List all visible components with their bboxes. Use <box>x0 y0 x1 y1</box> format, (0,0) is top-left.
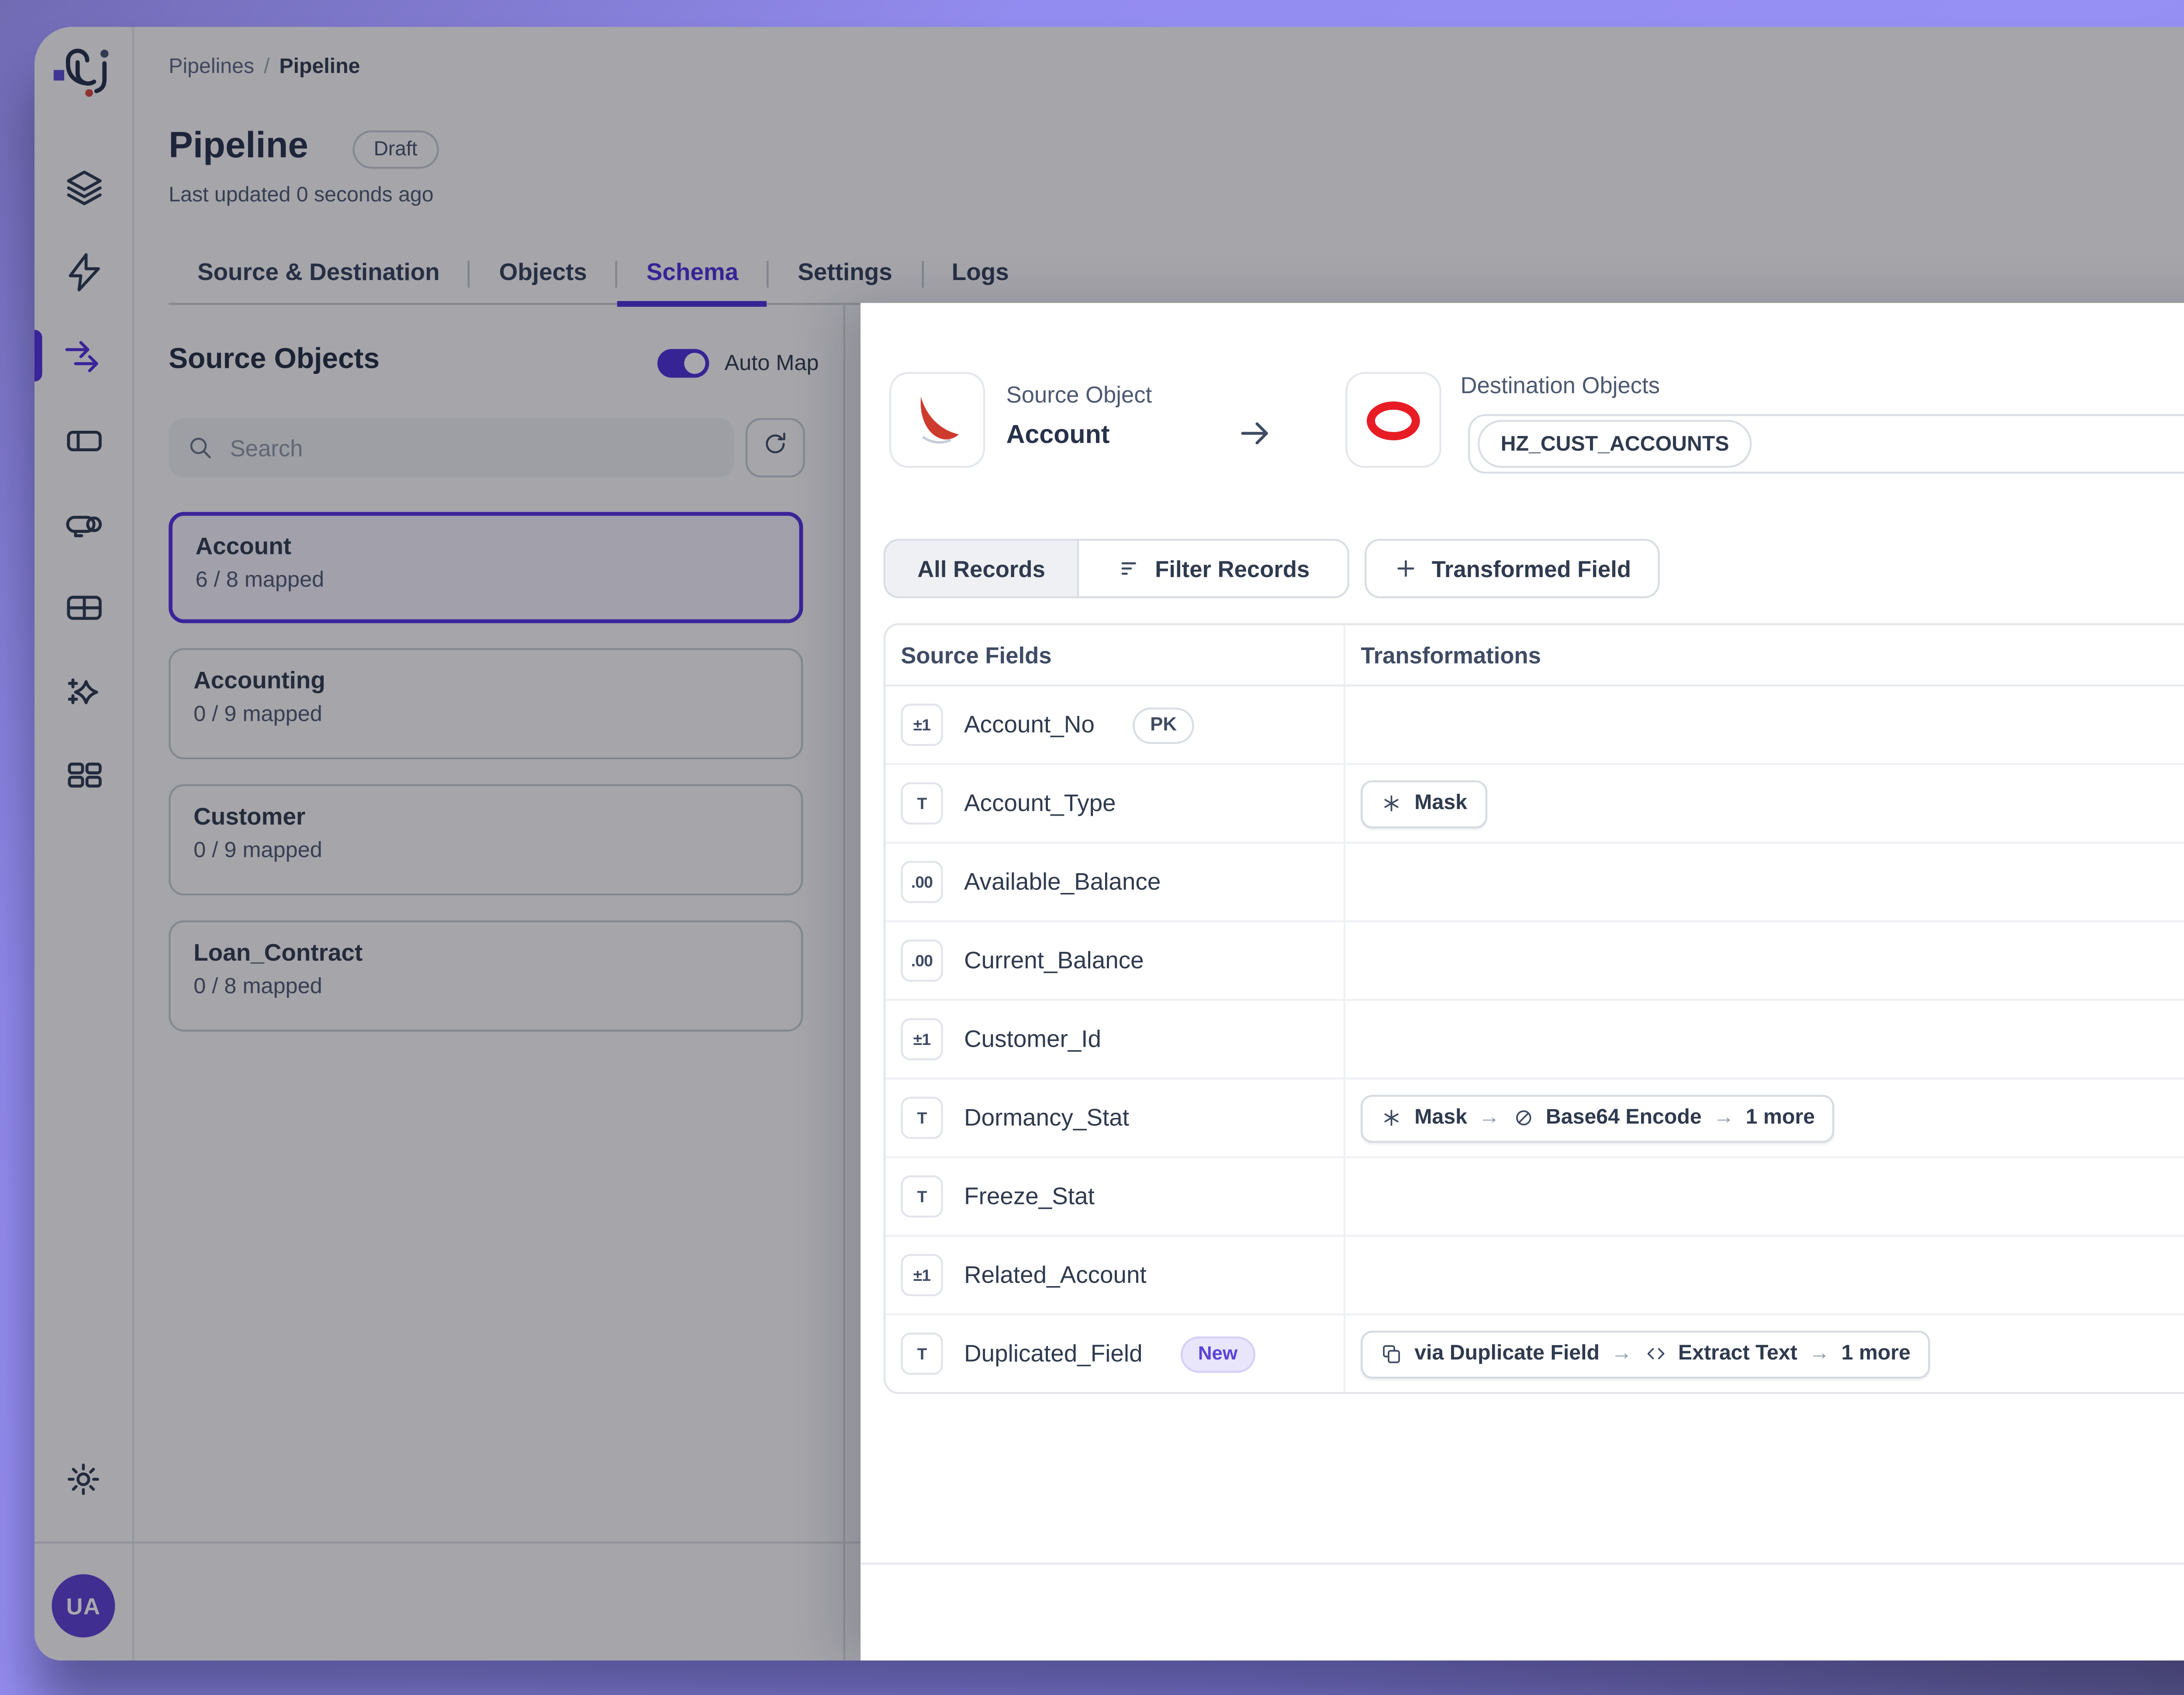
transformation-label: Extract Text <box>1678 1342 1797 1365</box>
transformation-label: 1 more <box>1746 1107 1815 1130</box>
code-icon <box>1644 1342 1667 1365</box>
table-row: ±1Related_Account±1ACCOUNT_REPLICATION_K… <box>885 1235 2184 1314</box>
drawer-footer-divider <box>860 1563 2184 1564</box>
source-object-name: Account <box>1006 420 1110 449</box>
chip-arrow: → <box>1713 1107 1734 1130</box>
schema-drawer: Source Object Account Destination Object… <box>860 303 2184 1660</box>
text-type-icon: T <box>901 1097 943 1139</box>
destination-connector-box <box>1345 372 1441 467</box>
source-field-name: Available_Balance <box>964 868 1161 895</box>
mapping-arrow-icon <box>1236 414 1275 453</box>
copy-icon <box>1380 1342 1403 1365</box>
transformation-label: Mask <box>1414 1107 1467 1130</box>
base64-icon <box>1511 1107 1534 1130</box>
source-field-name: Customer_Id <box>964 1026 1101 1052</box>
source-field-name: Related_Account <box>964 1262 1147 1288</box>
table-row: T Duplicated_Field New via Duplicate Field →… <box>885 1314 2184 1392</box>
table-header-row: Source Fields Transformations Destinatio… <box>885 625 2184 686</box>
sql-server-logo-icon <box>909 391 966 449</box>
source-field-name: Account_Type <box>964 790 1116 816</box>
text-type-icon: T <box>901 782 943 825</box>
source-field-name: Dormancy_Stat <box>964 1104 1129 1131</box>
table-row: .00Available_BalanceSelect Field <box>885 842 2184 920</box>
chip-arrow: → <box>1809 1342 1830 1365</box>
source-field-name: Account_No <box>964 711 1095 738</box>
app-window: UA Pipelines/Pipeline Pipeline Draft Las… <box>35 27 2184 1660</box>
table-body: ±1Account_NoPK±1CUST_ACCOUNT_IDTAccount_… <box>885 686 2184 1392</box>
transformation-chip[interactable]: via Duplicate Field → Extract Text → 1 more <box>1361 1330 1929 1378</box>
mapping-table: Source Fields Transformations Destinatio… <box>884 623 2184 1394</box>
destination-objects-label: Destination Objects <box>1461 372 1660 398</box>
decimal-type-icon: .00 <box>901 940 943 982</box>
new-badge: New <box>1181 1335 1254 1372</box>
source-field-name: Current_Balance <box>964 947 1144 974</box>
col-source-fields: Source Fields <box>885 625 1344 685</box>
source-field-name: Duplicated_Field <box>964 1340 1143 1367</box>
records-segmented-control: All Records Filter Records <box>884 539 1349 598</box>
screen: UA Pipelines/Pipeline Pipeline Draft Las… <box>0 0 2184 1695</box>
table-row: .00Current_BalanceSelect Field <box>885 920 2184 999</box>
mask-icon <box>1380 792 1403 815</box>
oracle-logo-icon <box>1365 400 1422 440</box>
col-transformations: Transformations <box>1344 625 2184 685</box>
transformation-chip[interactable]: Mask <box>1361 779 1486 827</box>
transformation-label: 1 more <box>1842 1342 1911 1365</box>
number-type-icon: ±1 <box>901 704 943 746</box>
table-row: TFreeze_StatTFREIGHT_TERM <box>885 1156 2184 1235</box>
text-type-icon: T <box>901 1176 943 1218</box>
pk-badge: PK <box>1133 706 1194 743</box>
source-object-label: Source Object <box>1006 381 1152 408</box>
text-type-icon: T <box>901 1332 943 1375</box>
filter-records-button[interactable]: Filter Records <box>1079 541 1347 596</box>
filter-records-label: Filter Records <box>1155 555 1310 582</box>
add-transformed-field-button[interactable]: Transformed Field <box>1365 539 1660 598</box>
table-row: TAccount_TypeMaskTCUSTOMER_TYPE <box>885 763 2184 842</box>
transformed-field-label: Transformed Field <box>1432 555 1631 582</box>
decimal-type-icon: .00 <box>901 861 943 903</box>
destination-object-chip: HZ_CUST_ACCOUNTS <box>1478 420 1752 468</box>
filter-icon <box>1117 556 1142 581</box>
plus-icon <box>1393 556 1418 581</box>
chip-arrow: → <box>1479 1107 1500 1130</box>
transformation-label: via Duplicate Field <box>1414 1342 1600 1365</box>
transformation-label: Mask <box>1414 792 1467 815</box>
table-row: ±1Customer_Id±1APPLICATION_ID <box>885 999 2184 1078</box>
number-type-icon: ±1 <box>901 1018 943 1061</box>
table-row: TDormancy_StatMask→Base64 Encode→1 moreT… <box>885 1078 2184 1156</box>
chip-arrow: → <box>1611 1342 1632 1365</box>
all-records-button[interactable]: All Records <box>885 541 1079 596</box>
destination-object-select[interactable]: HZ_CUST_ACCOUNTS <box>1468 414 2184 474</box>
transformation-label: Base64 Encode <box>1546 1107 1702 1130</box>
source-connector-box <box>889 372 985 467</box>
number-type-icon: ±1 <box>901 1254 943 1296</box>
transformation-chip[interactable]: Mask → Base64 Encode → 1 more <box>1361 1094 1834 1142</box>
table-row: ±1Account_NoPK±1CUST_ACCOUNT_ID <box>885 686 2184 763</box>
mask-icon <box>1380 1107 1403 1130</box>
source-field-name: Freeze_Stat <box>964 1183 1095 1210</box>
